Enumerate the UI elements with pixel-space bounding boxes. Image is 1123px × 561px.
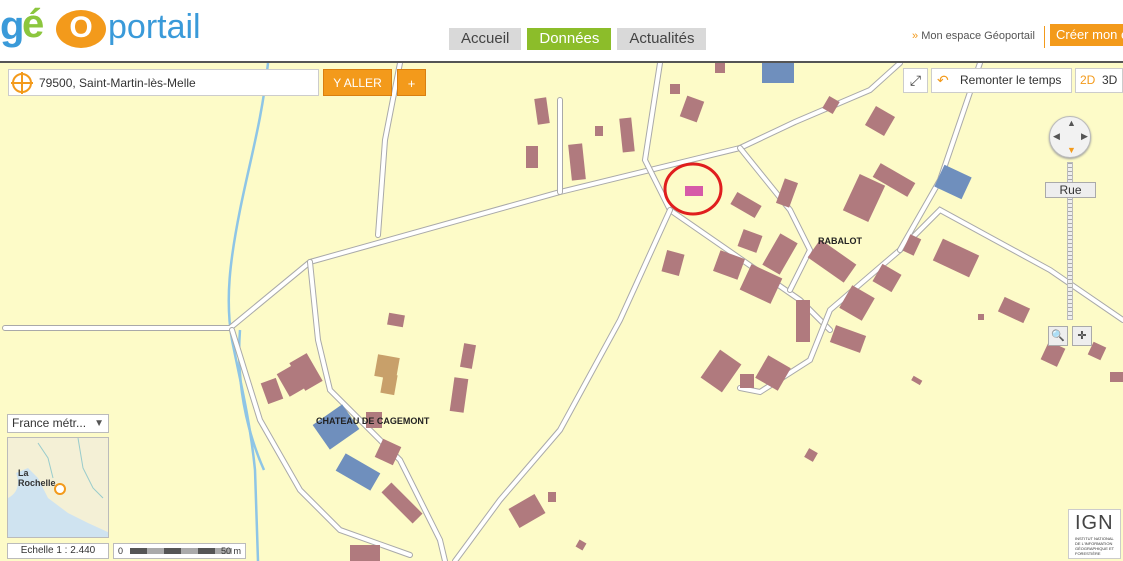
minimap-city-la: La — [18, 468, 29, 478]
time-travel-label: Remonter le temps — [960, 73, 1062, 87]
create-account-button[interactable]: Créer mon e — [1050, 24, 1123, 46]
logo-letter-e: é — [22, 2, 45, 46]
scale-bar: 0 50 m — [113, 543, 246, 559]
go-button[interactable]: Y ALLER — [323, 69, 392, 96]
pan-up-icon[interactable]: ▲ — [1067, 118, 1076, 128]
geoportail-logo[interactable]: g é O portail — [0, 2, 230, 52]
scale-graphic — [130, 548, 232, 554]
projection-label: France métr... — [12, 416, 87, 430]
overview-minimap[interactable]: La Rochelle — [7, 437, 109, 538]
logo-letter-g: g — [0, 4, 25, 48]
header-divider — [1044, 26, 1045, 48]
scale-meters: 50 m — [221, 546, 242, 556]
map-label-rabalot: RABALOT — [818, 236, 862, 246]
top-header: g é O portail Accueil Données Actualités… — [0, 0, 1123, 63]
pan-compass[interactable]: ▲ ▼ ◀ ▶ — [1049, 116, 1091, 158]
my-space-link[interactable]: » Mon espace Géoportail — [912, 30, 1035, 42]
zoom-slider-handle[interactable]: Rue — [1045, 182, 1096, 198]
ign-logo[interactable]: IGN INSTITUT NATIONAL DE L'INFORMATION G… — [1068, 509, 1121, 559]
view-3d-button[interactable]: 3D — [1102, 69, 1117, 92]
more-options-button[interactable]: + — [397, 69, 426, 96]
crosshair-icon[interactable]: ✛ — [1072, 326, 1092, 346]
map-label-chateau: CHATEAU DE CAGEMONT — [316, 416, 430, 426]
time-travel-button[interactable]: ↶ Remonter le temps — [931, 68, 1072, 93]
ign-logo-text: IGN — [1075, 512, 1114, 534]
chevron-down-icon: ▼ — [94, 418, 104, 429]
pan-down-icon[interactable]: ▼ — [1067, 145, 1076, 155]
scale-ratio: Echelle 1 : 2.440 — [7, 543, 109, 559]
tab-accueil[interactable]: Accueil — [449, 28, 522, 50]
map-canvas[interactable]: RABALOT CHATEAU DE CAGEMONT — [0, 63, 1123, 561]
roads — [2, 63, 1123, 561]
search-input[interactable] — [39, 73, 314, 93]
main-nav: Accueil Données Actualités — [449, 28, 707, 50]
minimap-city-rochelle: Rochelle — [18, 478, 56, 488]
pan-right-icon[interactable]: ▶ — [1081, 131, 1088, 142]
view-mode-toggle: 2D 3D — [1075, 68, 1123, 93]
view-2d-button[interactable]: 2D — [1080, 69, 1095, 92]
my-space-label: Mon espace Géoportail — [921, 30, 1035, 42]
magnifier-icon[interactable]: 🔍 — [1048, 326, 1068, 346]
scale-zero: 0 — [118, 546, 124, 556]
target-building — [685, 186, 703, 196]
undo-arrow-icon: ↶ — [937, 72, 949, 88]
map-layer: RABALOT CHATEAU DE CAGEMONT — [2, 63, 1123, 561]
fullscreen-icon[interactable]: ⤢ — [903, 68, 928, 93]
buildings — [260, 63, 1123, 561]
location-marker-icon — [54, 483, 66, 495]
locate-target-icon[interactable] — [11, 72, 33, 94]
tab-actualites[interactable]: Actualités — [617, 28, 707, 50]
search-bar — [8, 69, 319, 96]
chevron-right-icon: » — [912, 30, 919, 42]
ign-subtitle: INSTITUT NATIONAL DE L'INFORMATION GÉOGR… — [1075, 536, 1115, 556]
logo-letter-o: O — [56, 10, 106, 48]
pan-left-icon[interactable]: ◀ — [1053, 131, 1060, 142]
projection-select[interactable]: France métr... ▼ — [7, 414, 109, 433]
logo-text: portail — [108, 8, 201, 46]
tab-donnees[interactable]: Données — [527, 28, 612, 50]
